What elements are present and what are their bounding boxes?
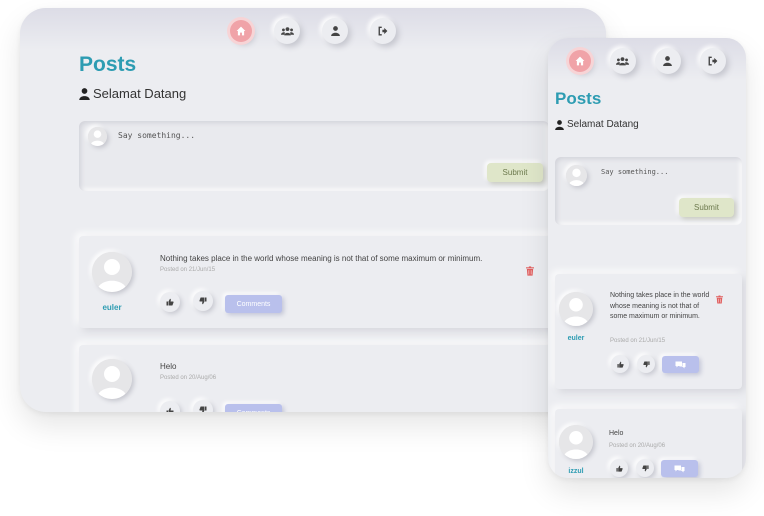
author-avatar[interactable] (92, 359, 132, 399)
author-avatar[interactable] (559, 292, 593, 326)
delete-button[interactable] (716, 295, 723, 304)
welcome-text: Selamat Datang (93, 86, 187, 101)
trash-icon (526, 266, 534, 276)
users-icon (280, 27, 294, 36)
avatar (88, 127, 107, 146)
nav-home-button[interactable] (230, 20, 252, 42)
like-button[interactable] (160, 401, 180, 412)
thumbs-down-icon (642, 360, 650, 367)
post-date: Posted on 20/Aug/06 (609, 443, 666, 449)
thumbs-up-icon (616, 361, 624, 368)
post-text: Helo (609, 430, 624, 437)
mobile-view: Posts Selamat Datang Say something... Su… (548, 38, 746, 478)
thumbs-down-icon (641, 464, 649, 471)
delete-button[interactable] (526, 266, 534, 276)
author-name[interactable]: izzul (555, 468, 597, 475)
thumbs-down-icon (199, 406, 207, 412)
like-button[interactable] (611, 355, 629, 373)
user-icon (555, 119, 564, 130)
welcome-message: Selamat Datang (555, 119, 639, 130)
post-composer: Say something... Submit (79, 121, 549, 191)
post-card: euler Nothing takes place in the world w… (79, 236, 559, 328)
nav-logout-button[interactable] (370, 18, 396, 44)
post-card: Helo Posted on 20/Aug/06 Comments (79, 345, 559, 412)
default-avatar-icon (559, 425, 593, 459)
thumbs-up-icon (166, 298, 174, 306)
default-avatar-icon (566, 165, 587, 186)
author-name[interactable]: euler (555, 335, 597, 342)
home-icon (236, 26, 246, 36)
author-avatar[interactable] (92, 252, 132, 292)
comments-icon (675, 361, 686, 368)
comments-button[interactable] (662, 356, 699, 373)
nav-users-button[interactable] (274, 18, 300, 44)
comments-button[interactable]: Comments (225, 404, 282, 412)
comments-button[interactable] (661, 460, 698, 477)
trash-icon (716, 295, 723, 304)
default-avatar-icon (559, 292, 593, 326)
submit-button[interactable]: Submit (679, 198, 734, 217)
page-title: Posts (79, 53, 137, 76)
dislike-button[interactable] (637, 355, 655, 373)
dislike-button[interactable] (636, 459, 654, 477)
default-avatar-icon (92, 252, 132, 292)
users-icon (616, 57, 629, 66)
post-text: Nothing takes place in the world whose m… (610, 292, 710, 320)
post-text: Nothing takes place in the world whose m… (160, 254, 483, 263)
nav-users-button[interactable] (609, 48, 636, 74)
nav-profile-button[interactable] (322, 18, 348, 44)
user-icon (330, 26, 340, 36)
welcome-text: Selamat Datang (567, 119, 639, 130)
welcome-message: Selamat Datang (79, 86, 186, 101)
like-button[interactable] (610, 459, 628, 477)
sign-out-icon (378, 26, 388, 36)
top-navbar (548, 38, 746, 80)
post-date: Posted on 20/Aug/06 (160, 375, 217, 381)
author-name[interactable]: euler (82, 303, 142, 312)
dislike-button[interactable] (193, 400, 213, 412)
post-date: Posted on 21/Jun/15 (160, 267, 216, 273)
post-composer: Say something... Submit (555, 157, 742, 225)
comments-button[interactable]: Comments (225, 295, 282, 313)
submit-button[interactable]: Submit (487, 163, 543, 182)
nav-home-button[interactable] (568, 50, 591, 72)
post-input[interactable]: Say something... (118, 131, 195, 140)
sign-out-icon (708, 56, 717, 66)
user-icon (79, 87, 90, 100)
default-avatar-icon (88, 127, 107, 146)
like-button[interactable] (160, 292, 180, 312)
nav-profile-button[interactable] (654, 48, 681, 74)
desktop-view: Posts Selamat Datang Say something... Su… (20, 8, 606, 412)
author-avatar[interactable] (559, 425, 593, 459)
user-icon (663, 56, 672, 66)
showcase-stage: Posts Selamat Datang Say something... Su… (0, 0, 764, 516)
default-avatar-icon (92, 359, 132, 399)
thumbs-down-icon (199, 297, 207, 305)
post-card: euler Nothing takes place in the world w… (555, 274, 742, 389)
home-icon (575, 56, 584, 66)
page-title: Posts (555, 89, 602, 108)
avatar (566, 165, 587, 186)
post-text: Helo (160, 362, 177, 371)
comments-icon (674, 465, 685, 472)
top-navbar (20, 8, 606, 50)
nav-logout-button[interactable] (699, 48, 726, 74)
post-input[interactable]: Say something... (601, 168, 668, 176)
thumbs-up-icon (166, 407, 174, 412)
thumbs-up-icon (615, 465, 623, 472)
post-card: izzul Helo Posted on 20/Aug/06 (555, 409, 742, 478)
dislike-button[interactable] (193, 291, 213, 311)
post-date: Posted on 21/Jun/15 (610, 338, 666, 344)
